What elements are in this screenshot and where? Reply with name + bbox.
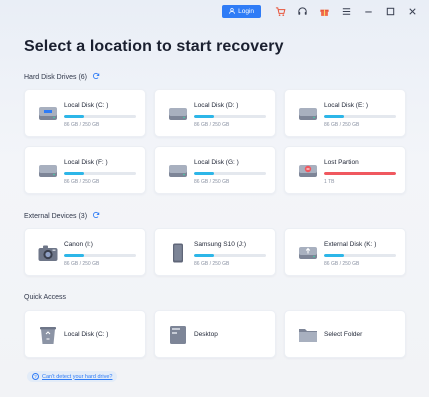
- drive-card-e[interactable]: Local Disk (E: ) 86 GB / 250 GB: [284, 89, 406, 137]
- recycle-bin-icon: [36, 323, 60, 347]
- quick-access-label: Quick Access: [24, 294, 67, 301]
- drive-size: 86 GB / 250 GB: [324, 122, 360, 128]
- drive-card-d[interactable]: Local Disk (D: ) 86 GB / 250 GB: [154, 89, 276, 137]
- hard-disk-icon: [296, 102, 320, 126]
- help-icon: ?: [32, 373, 39, 380]
- drive-name: Local Disk (C: ): [64, 102, 109, 109]
- usage-bar-fill: [64, 115, 85, 118]
- usage-bar: [194, 172, 266, 175]
- drive-card-c[interactable]: Local Disk (C: ) 86 GB / 250 GB: [24, 89, 146, 137]
- usage-bar-fill: [194, 115, 215, 118]
- hard-disk-icon: [166, 102, 190, 126]
- help-link-text: Can't detect your hard drive?: [42, 373, 113, 380]
- refresh-icon[interactable]: [92, 211, 100, 221]
- gift-icon[interactable]: [317, 4, 331, 18]
- hard-disk-icon: [36, 102, 60, 126]
- drive-name: Local Disk (D: ): [194, 102, 239, 109]
- hard-disk-icon: [36, 159, 60, 183]
- lost-partition-icon: [296, 159, 320, 183]
- usage-bar: [64, 172, 136, 175]
- device-card-external-disk[interactable]: External Disk (K: ) 86 GB / 250 GB: [284, 228, 406, 276]
- device-size: 86 GB / 250 GB: [324, 261, 360, 267]
- page-title: Select a location to start recovery: [24, 38, 284, 55]
- close-icon[interactable]: [405, 4, 419, 18]
- usage-bar: [324, 254, 396, 257]
- refresh-icon[interactable]: [92, 72, 100, 82]
- usage-bar: [324, 115, 396, 118]
- usage-bar: [194, 115, 266, 118]
- quick-access-section-label: Quick Access: [24, 294, 66, 301]
- drive-name: Local Disk (F: ): [64, 159, 108, 166]
- usage-bar-fill: [324, 254, 345, 257]
- drive-card-g[interactable]: Local Disk (G: ) 86 GB / 250 GB: [154, 146, 276, 194]
- cart-icon[interactable]: [273, 4, 287, 18]
- usage-bar: [194, 254, 266, 257]
- usage-bar-fill: [64, 172, 85, 175]
- drive-size: 86 GB / 250 GB: [64, 122, 100, 128]
- usage-bar-fill: [194, 254, 215, 257]
- usage-bar: [64, 115, 136, 118]
- drive-card-lost-partition[interactable]: Lost Partion 1 TB: [284, 146, 406, 194]
- usage-bar: [324, 172, 396, 175]
- drive-card-f[interactable]: Local Disk (F: ) 86 GB / 250 GB: [24, 146, 146, 194]
- login-button[interactable]: Login: [222, 4, 261, 18]
- quick-access-desktop[interactable]: Desktop: [154, 310, 276, 358]
- device-size: 86 GB / 250 GB: [194, 261, 230, 267]
- device-size: 86 GB / 250 GB: [64, 261, 100, 267]
- title-bar: Login: [0, 0, 429, 22]
- usage-bar-fill: [194, 172, 215, 175]
- external-section-label: External Devices (3): [24, 211, 100, 221]
- minimize-icon[interactable]: [361, 4, 375, 18]
- quick-access-select-folder[interactable]: Select Folder: [284, 310, 406, 358]
- user-icon: [229, 8, 235, 14]
- drive-name: Lost Partion: [324, 159, 359, 166]
- desktop-icon: [166, 323, 190, 347]
- drive-size: 86 GB / 250 GB: [194, 122, 230, 128]
- quick-access-name: Select Folder: [324, 331, 363, 338]
- device-name: Canon (I:): [64, 241, 93, 248]
- drive-name: Local Disk (E: ): [324, 102, 369, 109]
- usage-bar: [64, 254, 136, 257]
- device-name: External Disk (K: ): [324, 241, 377, 248]
- usage-bar-fill: [64, 254, 85, 257]
- device-card-canon[interactable]: Canon (I:) 86 GB / 250 GB: [24, 228, 146, 276]
- hard-disk-icon: [166, 159, 190, 183]
- headset-icon[interactable]: [295, 4, 309, 18]
- cant-detect-drive-link[interactable]: ? Can't detect your hard drive?: [27, 371, 118, 382]
- phone-icon: [166, 241, 190, 265]
- camera-icon: [36, 241, 60, 265]
- quick-access-name: Local Disk (C: ): [64, 331, 109, 338]
- drive-size: 1 TB: [324, 179, 335, 185]
- hard-disk-section-label: Hard Disk Drives (6): [24, 72, 100, 82]
- maximize-icon[interactable]: [383, 4, 397, 18]
- device-name: Samsung S10 (J:): [194, 241, 247, 248]
- drive-size: 86 GB / 250 GB: [64, 179, 100, 185]
- usb-drive-icon: [296, 241, 320, 265]
- quick-access-recycle-bin[interactable]: Local Disk (C: ): [24, 310, 146, 358]
- external-label: External Devices (3): [24, 212, 88, 220]
- drive-name: Local Disk (G: ): [194, 159, 239, 166]
- usage-bar-fill: [324, 172, 396, 175]
- usage-bar-fill: [324, 115, 345, 118]
- menu-icon[interactable]: [339, 4, 353, 18]
- login-label: Login: [238, 7, 254, 15]
- hard-disk-label: Hard Disk Drives (6): [24, 73, 88, 81]
- drive-size: 86 GB / 250 GB: [194, 179, 230, 185]
- device-card-samsung[interactable]: Samsung S10 (J:) 86 GB / 250 GB: [154, 228, 276, 276]
- folder-icon: [296, 323, 320, 347]
- quick-access-name: Desktop: [194, 331, 218, 338]
